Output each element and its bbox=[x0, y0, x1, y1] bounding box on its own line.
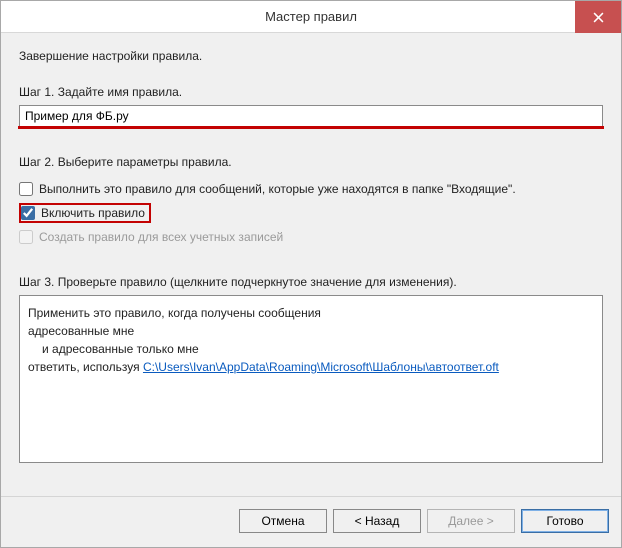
option-enable-label[interactable]: Включить правило bbox=[41, 206, 145, 220]
desc-line-2: адресованные мне bbox=[28, 322, 594, 340]
option-all-accounts-checkbox bbox=[19, 230, 33, 244]
desc-line-4-prefix: ответить, используя bbox=[28, 360, 143, 374]
option-enable-highlight: Включить правило bbox=[19, 203, 151, 223]
next-button: Далее > bbox=[427, 509, 515, 533]
option-enable-checkbox[interactable] bbox=[21, 206, 35, 220]
step2-label: Шаг 2. Выберите параметры правила. bbox=[19, 155, 603, 169]
close-icon bbox=[593, 12, 604, 23]
close-button[interactable] bbox=[575, 1, 621, 33]
rule-description-box: Применить это правило, когда получены со… bbox=[19, 295, 603, 463]
finish-button[interactable]: Готово bbox=[521, 509, 609, 533]
option-all-accounts-label: Создать правило для всех учетных записей bbox=[39, 230, 283, 244]
rules-wizard-window: Мастер правил Завершение настройки прави… bbox=[0, 0, 622, 548]
step1-label: Шаг 1. Задайте имя правила. bbox=[19, 85, 603, 99]
rule-name-input[interactable] bbox=[19, 105, 603, 127]
option-all-accounts-row: Создать правило для всех учетных записей bbox=[19, 227, 603, 247]
desc-line-1: Применить это правило, когда получены со… bbox=[28, 304, 594, 322]
option-run-now-checkbox[interactable] bbox=[19, 182, 33, 196]
option-run-now-label[interactable]: Выполнить это правило для сообщений, кот… bbox=[39, 182, 516, 196]
option-enable-row: Включить правило bbox=[19, 203, 603, 223]
titlebar: Мастер правил bbox=[1, 1, 621, 33]
button-bar: Отмена < Назад Далее > Готово bbox=[1, 496, 621, 547]
cancel-button[interactable]: Отмена bbox=[239, 509, 327, 533]
highlight-underline bbox=[18, 126, 604, 129]
desc-line-4: ответить, используя C:\Users\Ivan\AppDat… bbox=[28, 358, 594, 376]
desc-line-3: и адресованные только мне bbox=[28, 340, 594, 358]
option-run-now-row: Выполнить это правило для сообщений, кот… bbox=[19, 179, 603, 199]
step3-label: Шаг 3. Проверьте правило (щелкните подче… bbox=[19, 275, 603, 289]
rule-name-field-wrap bbox=[19, 105, 603, 127]
back-button[interactable]: < Назад bbox=[333, 509, 421, 533]
step2-options: Выполнить это правило для сообщений, кот… bbox=[19, 175, 603, 247]
template-path-link[interactable]: C:\Users\Ivan\AppData\Roaming\Microsoft\… bbox=[143, 360, 499, 374]
window-title: Мастер правил bbox=[1, 9, 621, 24]
intro-text: Завершение настройки правила. bbox=[19, 49, 603, 63]
dialog-content: Завершение настройки правила. Шаг 1. Зад… bbox=[1, 33, 621, 496]
